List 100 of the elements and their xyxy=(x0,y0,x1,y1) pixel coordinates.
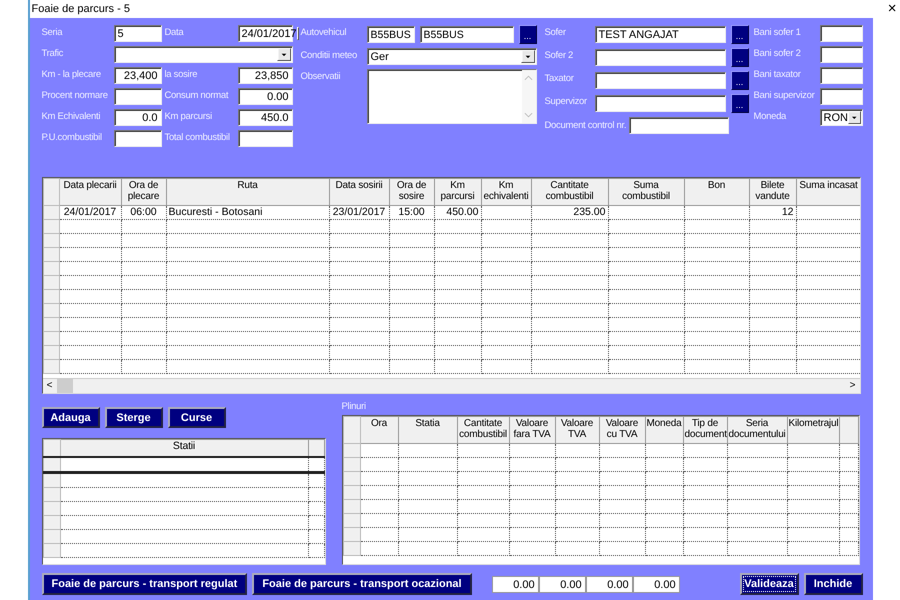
field-label: Km Echivalenti xyxy=(42,110,102,124)
observations-field[interactable] xyxy=(366,69,536,124)
field-label: Bani taxator xyxy=(754,68,802,82)
column-header[interactable]: Km echivalenti xyxy=(481,178,531,206)
vehicle-name-field[interactable]: B55BUS xyxy=(420,26,514,43)
column-header[interactable]: Tip de document xyxy=(683,416,727,444)
total-field: 0.00 xyxy=(538,576,586,592)
document-field[interactable] xyxy=(628,117,728,134)
section-label: Plinuri xyxy=(342,400,367,413)
action-button[interactable]: Curse xyxy=(168,407,226,428)
column-header[interactable]: Cantitate combustibil xyxy=(531,178,608,206)
number-field[interactable] xyxy=(114,88,162,105)
column-header[interactable]: Cantitate combustibil xyxy=(457,416,509,444)
column-header[interactable]: Statii xyxy=(60,440,308,457)
column-header[interactable]: Kilometrajul xyxy=(787,416,839,444)
field-label: Bani sofer 2 xyxy=(754,47,802,61)
action-button[interactable]: Inchide xyxy=(804,573,862,595)
field-label: P.U.combustibil xyxy=(42,131,103,145)
field-label: Observatii xyxy=(300,70,342,84)
total-field: 0.00 xyxy=(492,576,539,592)
person-field[interactable] xyxy=(594,49,726,66)
field-label: Bani supervizor xyxy=(754,89,816,103)
number-field[interactable]: 0.00 xyxy=(238,88,292,105)
table-cell: 23/01/2017 xyxy=(332,206,386,218)
field-label: la sosire xyxy=(164,68,198,82)
column-header[interactable]: Suma combustibil xyxy=(608,178,684,206)
person-field[interactable]: TEST ANGAJAT xyxy=(594,26,726,43)
field-label: Procent normare xyxy=(42,89,109,103)
action-button[interactable]: Adauga xyxy=(42,407,100,428)
window-title: Foaie de parcurs - 5 xyxy=(32,3,130,15)
scroll-thumb[interactable] xyxy=(56,379,72,393)
field-label: Data xyxy=(164,26,185,40)
field-label: Moneda xyxy=(754,110,788,124)
total-field: 0.00 xyxy=(632,576,680,592)
field-label: Km - la plecare xyxy=(42,68,102,82)
action-button[interactable]: Valideaza xyxy=(740,573,798,595)
number-field[interactable]: 23,850 xyxy=(238,67,292,84)
browse-button[interactable]: ... xyxy=(730,71,748,90)
column-header[interactable]: Bon xyxy=(684,178,749,206)
column-header[interactable]: Valoare fara TVA xyxy=(509,416,555,444)
table-cell: 12 xyxy=(782,206,794,218)
column-header[interactable]: Ora de plecare xyxy=(121,178,166,206)
total-field: 0.00 xyxy=(586,576,633,592)
column-header[interactable]: Km parcursi xyxy=(434,178,481,206)
horizontal-scrollbar[interactable]: < > xyxy=(42,378,860,393)
trafic-combo[interactable] xyxy=(114,46,292,63)
field-label: Total combustibil xyxy=(164,131,231,145)
seria-field[interactable]: 5 xyxy=(114,25,162,42)
table-cell: 24/01/2017 xyxy=(64,206,116,218)
amount-field[interactable] xyxy=(820,67,862,84)
browse-button[interactable]: ... xyxy=(518,25,536,44)
column-header[interactable]: Suma incasat xyxy=(796,178,860,206)
field-label: Consum normat xyxy=(164,89,230,103)
field-label: Document control nr. xyxy=(544,118,626,132)
table-cell: 450.00 xyxy=(446,206,478,218)
amount-field[interactable] xyxy=(820,88,862,105)
column-header[interactable]: Ora xyxy=(360,416,398,444)
browse-button[interactable]: ... xyxy=(730,94,748,113)
currency-combo[interactable]: RON xyxy=(820,109,862,126)
column-header[interactable]: Moneda xyxy=(645,416,683,444)
number-field[interactable]: 450.0 xyxy=(238,109,292,126)
number-field[interactable]: 23,400 xyxy=(114,67,162,84)
field-label: Autovehicul xyxy=(300,26,348,40)
report-button[interactable]: Foaie de parcurs - transport ocazional xyxy=(252,573,472,595)
close-button[interactable]: × xyxy=(888,2,896,16)
column-header[interactable]: Ruta xyxy=(166,178,329,206)
browse-button[interactable]: ... xyxy=(730,48,748,67)
column-header[interactable]: Statia xyxy=(398,416,457,444)
column-header[interactable]: Ora de sosire xyxy=(389,178,434,206)
column-header[interactable]: Data sosirii xyxy=(329,178,389,206)
browse-button[interactable]: ... xyxy=(730,25,748,44)
table-cell: 235.00 xyxy=(573,206,606,218)
number-field[interactable] xyxy=(114,130,162,147)
field-label: Seria xyxy=(42,26,64,40)
number-field[interactable]: 0.0 xyxy=(114,109,162,126)
table-cell: 15:00 xyxy=(398,206,425,218)
field-label: Bani sofer 1 xyxy=(754,26,802,40)
column-header[interactable]: Bilete vandute xyxy=(749,178,796,206)
person-field[interactable] xyxy=(594,72,726,89)
table-cell: Bucuresti - Botosani xyxy=(168,206,262,218)
field-label: Sofer 2 xyxy=(544,49,574,63)
field-label: Taxator xyxy=(544,72,575,86)
column-header[interactable]: Seria documentului xyxy=(727,416,787,444)
action-button[interactable]: Sterge xyxy=(104,407,162,428)
amount-field[interactable] xyxy=(820,46,862,63)
field-label: Sofer xyxy=(544,26,567,40)
field-label: Km parcursi xyxy=(164,110,213,124)
person-field[interactable] xyxy=(594,95,726,112)
weather-combo[interactable]: Ger xyxy=(366,48,536,65)
column-header[interactable]: Valoare cu TVA xyxy=(599,416,645,444)
field-label: Conditii meteo xyxy=(300,49,358,63)
amount-field[interactable] xyxy=(820,25,862,42)
field-label: Trafic xyxy=(42,47,64,61)
field-label: Supervizor xyxy=(544,95,588,109)
report-button[interactable]: Foaie de parcurs - transport regulat xyxy=(42,573,248,595)
column-header[interactable]: Valoare TVA xyxy=(555,416,599,444)
column-header[interactable]: Data plecarii xyxy=(59,178,121,206)
vehicle-code-field[interactable]: B55BUS xyxy=(366,26,414,43)
scroll-down-icon xyxy=(524,112,533,118)
number-field[interactable] xyxy=(238,130,292,147)
